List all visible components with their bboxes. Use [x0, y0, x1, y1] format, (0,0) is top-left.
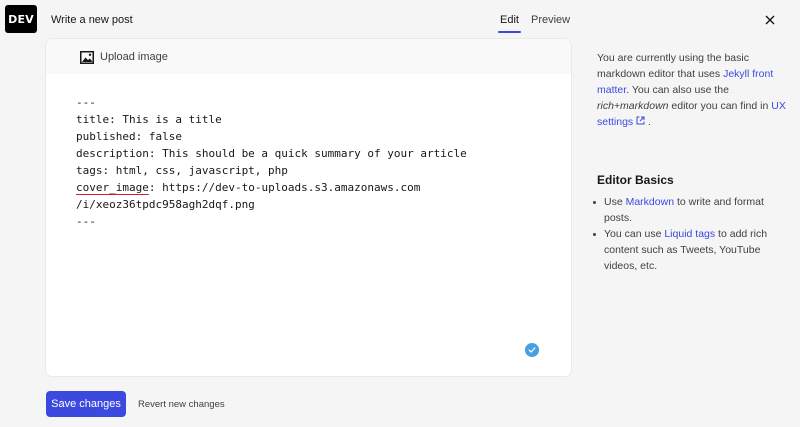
cover-image-value: : https://dev-to-uploads.s3.amazonaws.co… [148, 181, 421, 194]
close-button[interactable] [760, 10, 780, 30]
external-link-icon [636, 116, 645, 125]
top-bar: DEV Write a new post Edit Preview [0, 0, 800, 40]
code-line-cover-image: cover_image: https://dev-to-uploads.s3.a… [76, 179, 546, 196]
upload-image-label: Upload image [100, 51, 168, 63]
upload-image-button[interactable]: Upload image [80, 49, 168, 65]
list-text: Use [604, 196, 626, 208]
help-sidebar: You are currently using the basic markdo… [593, 50, 787, 274]
markdown-link[interactable]: Markdown [626, 196, 674, 208]
editor-panel: Upload image --- title: This is a title pu… [46, 39, 571, 376]
rich-markdown-text: rich+markdown [597, 100, 669, 112]
tab-preview[interactable]: Preview [531, 14, 570, 26]
list-item: You can use Liquid tags to add rich cont… [593, 226, 787, 274]
tab-edit[interactable]: Edit [498, 14, 521, 33]
info-text-part: editor you can find in [668, 100, 772, 112]
list-text: You can use [604, 228, 665, 240]
code-line: description: This should be a quick summ… [76, 147, 467, 160]
code-line: --- [76, 96, 96, 109]
code-line: published: false [76, 130, 182, 143]
close-icon [765, 15, 775, 25]
editor-info-text: You are currently using the basic markdo… [597, 50, 787, 130]
code-line: title: This is a title [76, 113, 222, 126]
image-icon [80, 50, 94, 64]
editor-basics-heading: Editor Basics [597, 173, 674, 187]
code-line: tags: html, css, javascript, php [76, 164, 288, 177]
editor-basics-list: Use Markdown to write and format posts. … [593, 194, 787, 274]
code-line: /i/xeoz36tpdc958agh2dqf.png [76, 198, 255, 211]
info-text-part: . You can also use the [626, 84, 729, 96]
save-changes-button[interactable]: Save changes [46, 391, 126, 417]
dev-logo[interactable]: DEV [5, 5, 37, 33]
liquid-tags-link[interactable]: Liquid tags [664, 228, 715, 240]
info-text-part: . [645, 116, 651, 128]
markdown-textarea[interactable]: --- title: This is a title published: fals… [76, 94, 546, 334]
list-item: Use Markdown to write and format posts. [593, 194, 787, 226]
editor-toolbar: Upload image [46, 39, 571, 74]
page-title: Write a new post [51, 14, 133, 26]
spellcheck-underline: cover_image [76, 181, 149, 194]
revert-changes-button[interactable]: Revert new changes [138, 399, 225, 410]
check-circle-icon[interactable] [525, 343, 539, 357]
code-line: --- [76, 215, 96, 228]
